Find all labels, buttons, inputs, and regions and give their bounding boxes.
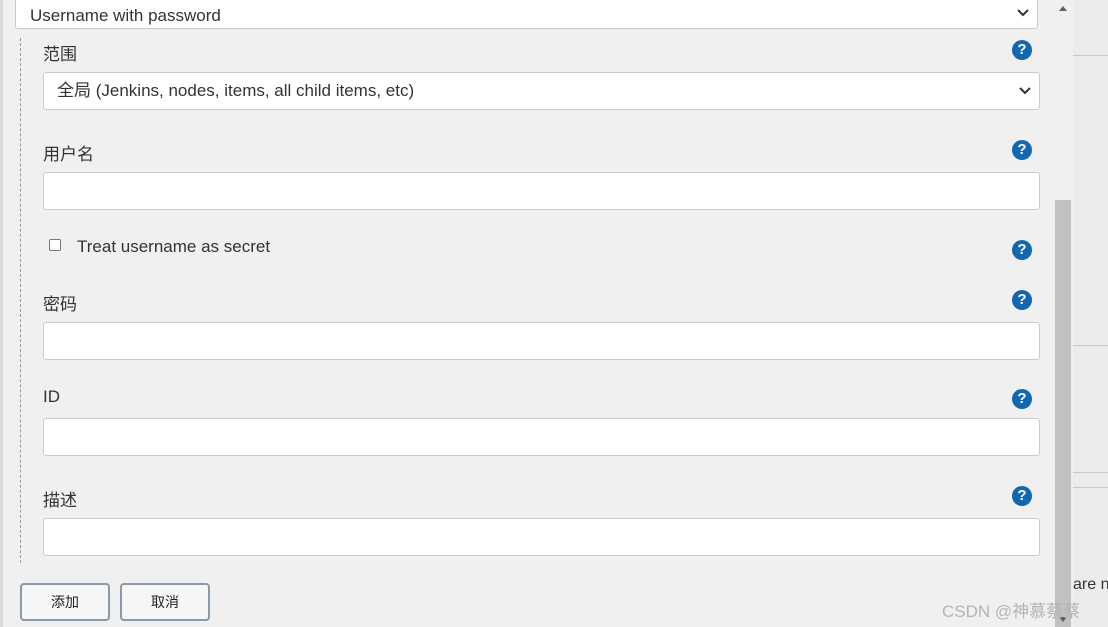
- kind-select[interactable]: Username with password: [15, 0, 1038, 29]
- treat-secret-help-icon[interactable]: ?: [1012, 240, 1032, 260]
- scope-select-value: 全局 (Jenkins, nodes, items, all child ite…: [57, 81, 415, 100]
- treat-secret-checkbox[interactable]: [49, 239, 61, 251]
- id-input[interactable]: [43, 418, 1040, 456]
- background-divider: [1073, 55, 1108, 56]
- description-help-icon[interactable]: ?: [1012, 486, 1032, 506]
- scrollbar-thumb[interactable]: [1055, 200, 1071, 627]
- username-help-icon[interactable]: ?: [1012, 140, 1032, 160]
- add-credentials-dialog: Username with password 范围 ? 全局 (Jenkins,…: [0, 0, 1055, 627]
- password-label: 密码: [43, 295, 77, 314]
- nested-section-divider: [20, 38, 21, 563]
- background-divider: [1073, 472, 1108, 473]
- password-input[interactable]: [43, 322, 1040, 360]
- background-divider: [1073, 487, 1108, 488]
- username-input[interactable]: [43, 172, 1040, 210]
- scope-label: 范围: [43, 45, 77, 64]
- watermark: CSDN @神慕蔡蔡: [942, 602, 1081, 621]
- scope-select[interactable]: 全局 (Jenkins, nodes, items, all child ite…: [43, 72, 1040, 110]
- id-help-icon[interactable]: ?: [1012, 389, 1032, 409]
- background-page: [1073, 0, 1108, 627]
- add-button[interactable]: 添加: [20, 583, 110, 621]
- treat-secret-label: Treat username as secret: [77, 237, 271, 256]
- dialog-left-border: [0, 0, 3, 627]
- kind-select-value: Username with password: [30, 6, 221, 25]
- background-divider: [1073, 345, 1108, 346]
- chevron-down-icon: [1017, 9, 1029, 17]
- description-input[interactable]: [43, 518, 1040, 556]
- background-text: are no: [1073, 576, 1108, 593]
- password-help-icon[interactable]: ?: [1012, 290, 1032, 310]
- scroll-up-arrow-icon[interactable]: [1057, 3, 1069, 13]
- description-label: 描述: [43, 491, 77, 510]
- chevron-down-icon: [1019, 87, 1031, 95]
- id-label: ID: [43, 387, 60, 406]
- cancel-button[interactable]: 取消: [120, 583, 210, 621]
- scope-help-icon[interactable]: ?: [1012, 40, 1032, 60]
- username-label: 用户名: [43, 145, 94, 164]
